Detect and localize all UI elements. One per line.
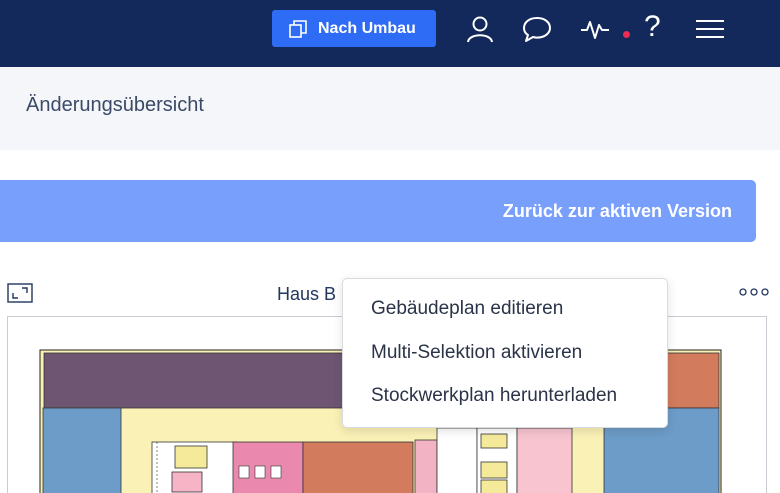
menu-item-download-floor-plan[interactable]: Stockwerkplan herunterladen [371, 385, 617, 407]
notification-dot [623, 31, 630, 38]
help-icon[interactable]: ? [644, 10, 661, 44]
version-toggle-button[interactable]: Nach Umbau [272, 10, 436, 47]
menu-icon[interactable] [695, 14, 725, 44]
top-navigation-bar: Nach Umbau ? [0, 0, 780, 67]
expand-icon[interactable] [7, 283, 33, 303]
page-title: Änderungsübersicht [26, 94, 204, 116]
back-button-label: Zurück zur aktiven Version [502, 200, 732, 221]
copy-icon [289, 19, 307, 38]
menu-item-edit-building-plan[interactable]: Gebäudeplan editieren [371, 298, 563, 320]
chat-icon[interactable] [522, 14, 552, 44]
plan-title: Haus B [277, 284, 337, 304]
user-icon[interactable] [465, 14, 495, 44]
context-menu: Gebäudeplan editieren Multi-Selektion ak… [342, 278, 668, 428]
activity-icon[interactable] [580, 14, 610, 44]
more-options-icon[interactable] [738, 285, 770, 299]
menu-item-enable-multi-selection[interactable]: Multi-Selektion aktivieren [371, 342, 582, 364]
version-button-label: Nach Umbau [318, 19, 416, 37]
back-to-active-version-button[interactable]: Zurück zur aktiven Version [0, 180, 756, 242]
